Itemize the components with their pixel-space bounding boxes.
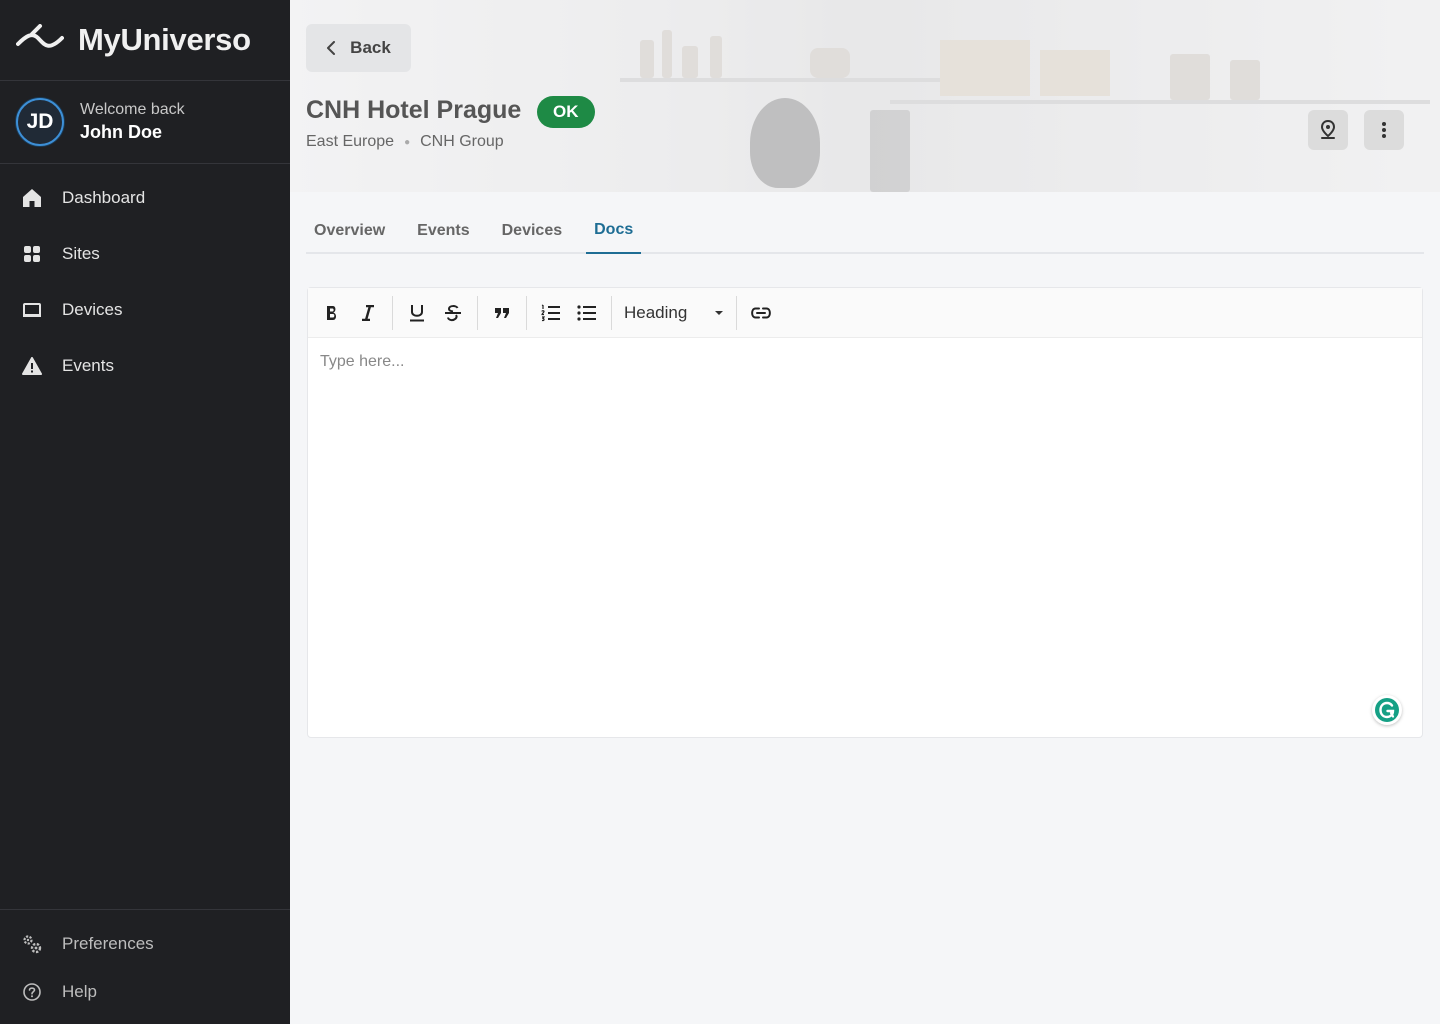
grammarly-icon: [1375, 698, 1399, 722]
back-label: Back: [350, 38, 391, 57]
rich-text-editor: Heading Type here...: [307, 287, 1423, 738]
tab-devices[interactable]: Devices: [494, 208, 571, 254]
tab-docs[interactable]: Docs: [586, 208, 642, 254]
main-nav: Dashboard Sites Devices Events: [0, 164, 290, 394]
toolbar-separator: [392, 295, 393, 330]
device-icon: [22, 300, 42, 320]
nav-label: Help: [62, 982, 97, 1001]
grid-icon: [22, 244, 42, 264]
site-header: Back CNH Hotel Prague OK East Europe ● C…: [290, 0, 1440, 192]
user-panel[interactable]: JD Welcome back John Doe: [0, 81, 290, 164]
nav-item-devices[interactable]: Devices: [0, 282, 290, 338]
nav-item-sites[interactable]: Sites: [0, 226, 290, 282]
toolbar-separator: [736, 295, 737, 330]
ordered-list-button[interactable]: [533, 295, 569, 331]
nav-label: Events: [62, 356, 114, 375]
location-button[interactable]: [1308, 110, 1348, 150]
back-button[interactable]: Back: [306, 24, 411, 72]
toolbar-separator: [526, 295, 527, 330]
location-pin-icon: [1320, 120, 1336, 139]
link-button[interactable]: [743, 295, 779, 331]
avatar[interactable]: JD: [16, 98, 64, 146]
nav-item-help[interactable]: Help: [0, 968, 290, 1016]
more-options-button[interactable]: [1364, 110, 1404, 150]
heading-select-value: Heading: [624, 302, 688, 322]
bullet-list-icon: [577, 304, 596, 321]
nav-item-events[interactable]: Events: [0, 338, 290, 394]
underline-button[interactable]: [399, 295, 435, 331]
italic-icon: [362, 304, 374, 321]
toolbar-separator: [477, 295, 478, 330]
brand[interactable]: MyUniverso: [0, 0, 290, 81]
site-region: East Europe: [306, 133, 395, 150]
home-icon: [22, 188, 42, 208]
blockquote-button[interactable]: [484, 295, 520, 331]
more-vertical-icon: [1382, 122, 1386, 138]
link-icon: [751, 307, 771, 318]
help-icon: [22, 982, 42, 1002]
warning-icon: [22, 356, 42, 376]
editor-placeholder: Type here...: [320, 353, 405, 370]
grammarly-button[interactable]: [1372, 695, 1402, 725]
toolbar-separator: [611, 295, 612, 330]
nav-item-dashboard[interactable]: Dashboard: [0, 170, 290, 226]
logo-icon: [16, 24, 64, 48]
brand-name: MyUniverso: [78, 22, 251, 57]
user-text: Welcome back John Doe: [80, 101, 185, 143]
page-title: CNH Hotel Prague: [306, 96, 522, 124]
user-name: John Doe: [80, 122, 163, 142]
welcome-text: Welcome back: [80, 101, 185, 118]
strikethrough-icon: [445, 304, 461, 321]
bullet-list-button[interactable]: [569, 295, 605, 331]
site-meta: East Europe ● CNH Group: [306, 133, 504, 151]
nav-label: Dashboard: [62, 188, 146, 207]
status-badge: OK: [537, 96, 595, 128]
nav-label: Devices: [62, 300, 123, 319]
sidebar: MyUniverso JD Welcome back John Doe Dash…: [0, 0, 290, 1024]
tab-bar: Overview Events Devices Docs: [306, 208, 1424, 254]
gears-icon: [22, 934, 42, 954]
site-group: CNH Group: [420, 133, 504, 150]
avatar-initials: JD: [26, 110, 54, 133]
editor-content[interactable]: Type here...: [308, 339, 1422, 737]
italic-button[interactable]: [350, 295, 386, 331]
bold-button[interactable]: [314, 295, 350, 331]
heading-select[interactable]: Heading: [618, 295, 730, 331]
nav-item-preferences[interactable]: Preferences: [0, 920, 290, 968]
editor-toolbar: Heading: [308, 288, 1422, 338]
main-content: Back CNH Hotel Prague OK East Europe ● C…: [290, 0, 1440, 1024]
strikethrough-button[interactable]: [435, 295, 471, 331]
nav-label: Sites: [62, 244, 100, 263]
nav-label: Preferences: [62, 934, 154, 953]
bold-icon: [327, 305, 336, 320]
ordered-list-icon: [541, 303, 560, 321]
caret-down-icon: [715, 310, 723, 315]
quote-icon: [495, 307, 509, 318]
underline-icon: [410, 304, 424, 321]
separator-dot: ●: [404, 136, 411, 148]
sidebar-footer: Preferences Help: [0, 909, 290, 1024]
chevron-left-icon: [327, 41, 336, 55]
tab-overview[interactable]: Overview: [306, 208, 393, 254]
tab-events[interactable]: Events: [409, 208, 477, 254]
